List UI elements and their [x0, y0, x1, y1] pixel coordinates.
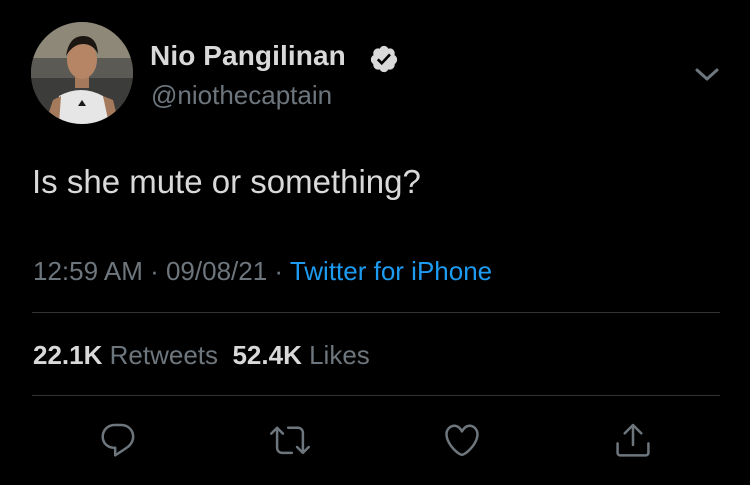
- meta-separator: ·: [267, 256, 290, 286]
- divider: [32, 312, 720, 313]
- tweet-date[interactable]: 09/08/21: [166, 256, 267, 286]
- author-handle[interactable]: @niothecaptain: [151, 80, 332, 111]
- chevron-down-icon[interactable]: [692, 63, 722, 87]
- tweet-card: Nio Pangilinan @niothecaptain Is she mut…: [0, 0, 750, 485]
- heart-icon: [445, 424, 479, 457]
- retweet-button[interactable]: [269, 419, 311, 461]
- share-button[interactable]: [612, 419, 654, 461]
- likes-label: Likes: [309, 340, 370, 370]
- like-button[interactable]: [441, 419, 483, 461]
- retweets-count: 22.1K: [33, 340, 103, 370]
- meta-separator: ·: [142, 256, 166, 286]
- tweet-meta: 12:59 AM · 09/08/21 · Twitter for iPhone: [33, 256, 492, 287]
- tweet-source-link[interactable]: Twitter for iPhone: [290, 256, 492, 286]
- reply-button[interactable]: [97, 419, 139, 461]
- divider: [32, 395, 720, 396]
- tweet-stats: 22.1K Retweets 52.4K Likes: [33, 340, 370, 371]
- likes-count: 52.4K: [232, 340, 302, 370]
- author-display-name[interactable]: Nio Pangilinan: [150, 40, 346, 72]
- retweets-stat[interactable]: 22.1K Retweets: [33, 340, 218, 370]
- share-icon: [616, 423, 650, 457]
- likes-stat[interactable]: 52.4K Likes: [232, 340, 369, 370]
- retweets-label: Retweets: [109, 340, 219, 370]
- avatar[interactable]: [31, 22, 133, 124]
- reply-icon: [101, 423, 135, 457]
- verified-badge-icon: [369, 44, 399, 74]
- tweet-time[interactable]: 12:59 AM: [33, 256, 143, 286]
- retweet-icon: [270, 426, 310, 455]
- avatar-image: [31, 22, 133, 124]
- tweet-text: Is she mute or something?: [32, 163, 421, 200]
